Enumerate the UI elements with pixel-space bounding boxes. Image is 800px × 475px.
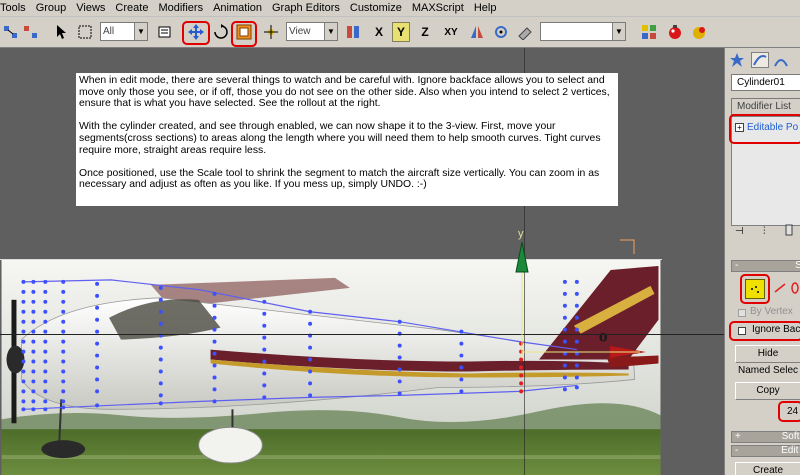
- link-icon[interactable]: [2, 22, 20, 42]
- arrow-pointer-icon[interactable]: [52, 22, 70, 42]
- expand-plus-icon[interactable]: +: [735, 122, 744, 132]
- selection-rollout-header[interactable]: - Se: [731, 260, 800, 272]
- menu-graph-editors[interactable]: Graph Editors: [267, 0, 345, 17]
- show-end-result-icon[interactable]: ⫶: [763, 226, 777, 238]
- menu-maxscript[interactable]: MAXScript: [407, 0, 469, 17]
- modify-tab-icon[interactable]: [751, 52, 769, 68]
- menu-bar: Tools Group Views Create Modifiers Anima…: [0, 0, 800, 17]
- teapot-icon[interactable]: [690, 22, 708, 42]
- edge-mode-icon[interactable]: [773, 280, 787, 296]
- chevron-down-icon: ▼: [324, 23, 337, 40]
- collapse-minus-icon: -: [735, 260, 742, 271]
- soft-selection-rollout-header[interactable]: + Soft: [731, 431, 800, 443]
- menu-customize[interactable]: Customize: [345, 0, 407, 17]
- pivot-center-icon[interactable]: [344, 22, 362, 42]
- material-editor-icon[interactable]: [640, 22, 658, 42]
- object-name-field[interactable]: Cylinder01: [731, 74, 800, 91]
- expand-plus-icon: +: [735, 431, 744, 442]
- selected-count: 24: [787, 406, 799, 417]
- mirror-icon[interactable]: [468, 22, 486, 42]
- menu-help[interactable]: Help: [469, 0, 502, 17]
- instruction-paragraph: With the cylinder created, and see throu…: [79, 121, 601, 156]
- unlink-icon[interactable]: [22, 22, 40, 42]
- stack-item-label: Editable Po: [747, 122, 799, 133]
- reference-coord-dropdown[interactable]: View ▼: [286, 22, 338, 41]
- menu-modifiers[interactable]: Modifiers: [153, 0, 208, 17]
- selection-filter-dropdown[interactable]: All ▼: [100, 22, 148, 41]
- selection-filter-value: All: [103, 26, 115, 37]
- collapse-minus-icon: -: [735, 445, 742, 456]
- selection-rollout-label: Se: [795, 260, 800, 271]
- named-selections-label: Named Selec: [738, 365, 799, 376]
- render-scene-icon[interactable]: [666, 22, 684, 42]
- pivot-icon[interactable]: [262, 22, 280, 42]
- menu-tools[interactable]: Tools: [0, 0, 31, 17]
- chevron-down-icon: ▼: [134, 23, 147, 40]
- front-viewport[interactable]: о y When in edit mode, there are several…: [0, 48, 724, 475]
- by-vertex-label: By Vertex: [750, 306, 793, 317]
- axis-y-icon[interactable]: Y: [392, 22, 410, 42]
- main-toolbar: All ▼ View ▼ X Y Z XY ▼: [0, 17, 800, 48]
- move-arrows-icon[interactable]: [187, 22, 205, 42]
- copy-button[interactable]: Copy: [735, 382, 800, 400]
- axis-z-icon[interactable]: Z: [416, 22, 434, 42]
- move-gizmo[interactable]: [500, 238, 660, 368]
- soft-selection-rollout-label: Soft: [781, 431, 800, 442]
- modifier-list-dropdown[interactable]: Modifier List: [731, 98, 800, 115]
- ignore-backfacing-label: Ignore Bac: [752, 324, 800, 335]
- select-region-icon[interactable]: [76, 22, 94, 42]
- axis-xy-icon[interactable]: XY: [440, 22, 462, 42]
- pin-stack-icon[interactable]: ⊣: [735, 226, 749, 238]
- remove-modifier-icon[interactable]: [783, 224, 797, 238]
- reference-coord-value: View: [289, 26, 311, 37]
- axis-x-icon[interactable]: X: [370, 22, 388, 42]
- chevron-down-icon: ▼: [612, 23, 625, 40]
- layer-icon[interactable]: [516, 22, 534, 42]
- by-vertex-checkbox[interactable]: [738, 309, 746, 317]
- vertex-mode-icon[interactable]: [745, 279, 765, 299]
- menu-views[interactable]: Views: [71, 0, 110, 17]
- instruction-paragraph: When in edit mode, there are several thi…: [79, 75, 610, 110]
- create-button[interactable]: Create: [735, 462, 800, 475]
- edit-rollout-label: Edit: [781, 445, 799, 456]
- create-tab-icon[interactable]: [729, 52, 747, 68]
- border-mode-icon[interactable]: [789, 280, 800, 296]
- command-panel: Cylinder01 Modifier List + Editable Po ⊣ …: [724, 48, 800, 475]
- tutorial-instructions: When in edit mode, there are several thi…: [76, 73, 618, 206]
- ignore-backfacing-checkbox[interactable]: [738, 327, 746, 335]
- rotate-icon[interactable]: [212, 22, 230, 42]
- stack-item[interactable]: + Editable Po: [735, 120, 800, 136]
- edit-rollout-header[interactable]: - Edit: [731, 445, 800, 457]
- hide-button[interactable]: Hide: [735, 345, 800, 363]
- menu-animation[interactable]: Animation: [208, 0, 267, 17]
- select-by-name-icon[interactable]: [156, 22, 174, 42]
- hierarchy-tab-icon[interactable]: [773, 52, 791, 68]
- align-icon[interactable]: [492, 22, 510, 42]
- named-selection-dropdown[interactable]: ▼: [540, 22, 626, 41]
- scale-square-icon[interactable]: [235, 22, 253, 42]
- menu-group[interactable]: Group: [31, 0, 72, 17]
- menu-create[interactable]: Create: [110, 0, 153, 17]
- instruction-paragraph: Once positioned, use the Scale tool to s…: [79, 167, 600, 191]
